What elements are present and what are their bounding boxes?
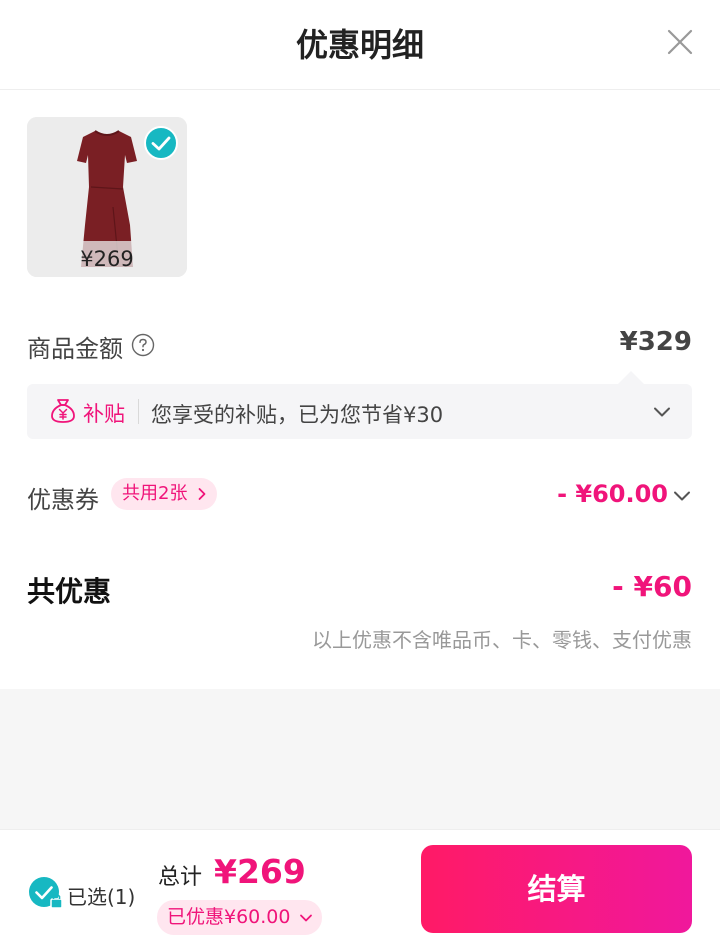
sum-value: ¥269 [214,852,306,891]
subsidy-panel[interactable]: 补贴 您享受的补贴，已为您节省¥30 [27,384,692,439]
divider [138,399,139,424]
discount-note: 以上优惠不含唯品币、卡、零钱、支付优惠 [312,628,692,652]
chevron-right-icon [199,488,206,500]
total-discount-row: 共优惠 - ¥60 [27,568,692,608]
header: 优惠明细 [0,0,720,90]
product-price: ¥269 [27,241,187,277]
chevron-down-icon[interactable] [672,486,692,506]
checkout-button[interactable]: 结算 [421,845,692,933]
coupon-value[interactable]: - ¥60.00 [557,480,668,508]
grey-spacer [0,689,720,829]
checkout-bar: 已选(1) 总计 ¥269 已优惠¥60.00 结算 [0,829,720,945]
selected-count: 已选(1) [67,885,136,909]
check-lock-icon [29,877,63,909]
close-icon[interactable] [660,22,700,62]
subsidy-text: 您享受的补贴，已为您节省¥30 [151,403,444,427]
sum-label: 总计 [158,865,203,890]
amount-value: ¥329 [619,327,692,357]
total-discount-value: - ¥60 [612,570,692,603]
money-bag-icon [51,399,75,423]
help-icon[interactable] [131,333,155,357]
coupon-badge-text: 共用2张 [122,483,188,504]
coupon-row: 优惠券 共用2张 - ¥60.00 [27,476,692,516]
coupon-count-badge[interactable]: 共用2张 [111,478,218,510]
chevron-down-icon[interactable] [652,402,672,422]
amount-label: 商品金额 [27,335,123,363]
page-title: 优惠明细 [295,26,424,64]
discount-pill[interactable]: 已优惠¥60.00 [157,900,323,935]
amount-row: 商品金额 ¥329 [27,325,692,365]
chevron-down-icon [300,914,313,922]
discount-text: 已优惠¥60.00 [167,906,291,928]
check-icon[interactable] [144,126,178,160]
subsidy-tag: 补贴 [83,402,125,426]
total-discount-label: 共优惠 [27,575,112,608]
coupon-label: 优惠券 [27,486,99,514]
product-card[interactable]: ¥269 [27,117,187,277]
subsidy-pointer [618,371,644,384]
